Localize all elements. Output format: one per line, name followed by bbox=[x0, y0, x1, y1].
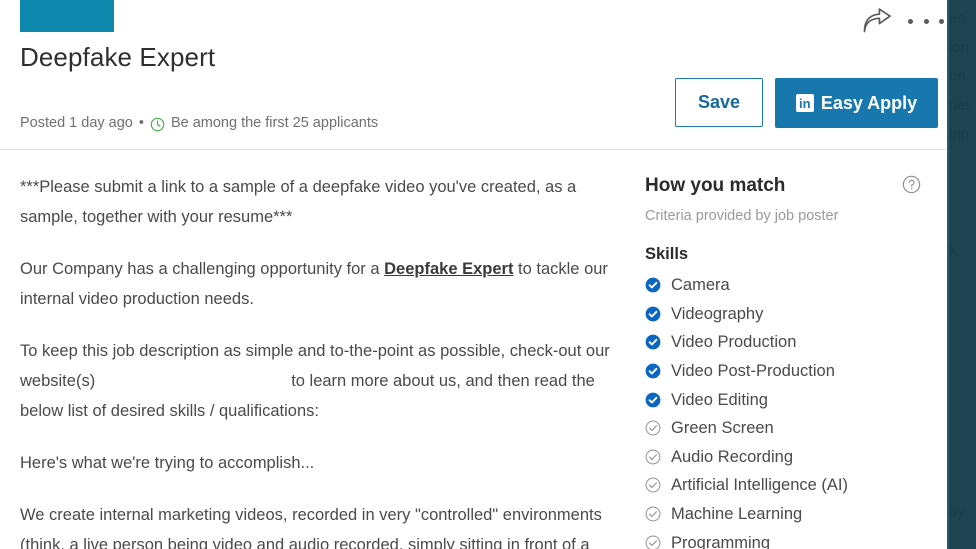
check-outline-icon bbox=[645, 420, 661, 436]
meta-separator: • bbox=[138, 115, 144, 131]
overflow-menu-icon[interactable] bbox=[908, 14, 944, 28]
skill-row: Green Screen bbox=[645, 414, 935, 443]
applicant-count-text: Be among the first 25 applicants bbox=[170, 115, 379, 131]
rail-ghost-line: ing bbox=[949, 126, 970, 143]
skill-row: Artificial Intelligence (AI) bbox=[645, 471, 935, 500]
rail-ghost-line: es bbox=[949, 10, 965, 27]
description-paragraph: Here's what we're trying to accomplish..… bbox=[20, 454, 315, 472]
check-outline-icon bbox=[645, 478, 661, 493]
skill-row: Video Editing bbox=[645, 385, 935, 414]
check-filled-icon bbox=[645, 363, 661, 379]
dot bbox=[923, 18, 929, 24]
rail-ghost-line: net bbox=[949, 97, 970, 114]
company-logo[interactable] bbox=[20, 0, 114, 32]
job-posting-page: Deepfake Expert Posted 1 day ago • Be am… bbox=[0, 0, 976, 549]
skills-heading: Skills bbox=[645, 245, 689, 263]
easy-apply-label: Easy Apply bbox=[820, 92, 918, 113]
check-outline-icon bbox=[645, 506, 661, 522]
skill-label: Programming bbox=[671, 533, 771, 549]
skill-label: Video Production bbox=[671, 333, 797, 352]
rail-ghost-line: ay bbox=[949, 503, 965, 520]
job-body: ***Please submit a link to a sample of a… bbox=[0, 150, 947, 549]
skill-label: Videography bbox=[671, 304, 764, 323]
skill-label: Audio Recording bbox=[671, 447, 793, 466]
rail-ghost-line: ion bbox=[949, 39, 970, 56]
job-header: Deepfake Expert Posted 1 day ago • Be am… bbox=[0, 0, 947, 150]
check-filled-icon bbox=[645, 335, 661, 350]
help-circle-icon[interactable] bbox=[902, 175, 921, 194]
job-title-link[interactable]: Deepfake Expert bbox=[384, 260, 513, 278]
skill-row: Machine Learning bbox=[645, 500, 935, 529]
posted-date: Posted 1 day ago bbox=[20, 115, 133, 131]
linkedin-icon: in bbox=[795, 94, 814, 112]
skill-label: Artificial Intelligence (AI) bbox=[671, 476, 848, 495]
match-panel-title: How you match bbox=[645, 175, 786, 196]
skill-row: Camera bbox=[645, 271, 935, 300]
paragraph-text-before: Our Company has a challenging opportunit… bbox=[20, 260, 385, 278]
dot bbox=[939, 18, 944, 24]
save-button[interactable]: Save bbox=[675, 78, 763, 127]
skill-label: Video Editing bbox=[671, 390, 768, 409]
rail-ghost-line: k bbox=[949, 242, 957, 259]
skill-row: Videography bbox=[645, 300, 935, 329]
skill-row: Video Production bbox=[645, 328, 935, 357]
description-paragraph: We create internal marketing videos, rec… bbox=[20, 506, 602, 549]
share-icon[interactable] bbox=[862, 8, 892, 34]
description-paragraph: ***Please submit a link to a sample of a… bbox=[20, 178, 577, 226]
check-filled-icon bbox=[645, 306, 661, 322]
page-title: Deepfake Expert bbox=[20, 42, 216, 72]
skill-label: Machine Learning bbox=[671, 505, 803, 524]
skill-row: Video Post-Production bbox=[645, 357, 935, 386]
description-paragraph: Our Company has a challenging opportunit… bbox=[20, 254, 616, 314]
easy-apply-button[interactable]: in Easy Apply bbox=[775, 78, 938, 128]
description-paragraph: To keep this job description as simple a… bbox=[20, 336, 616, 426]
dot bbox=[908, 18, 913, 24]
job-description: ***Please submit a link to a sample of a… bbox=[20, 172, 616, 549]
check-filled-icon bbox=[645, 392, 661, 408]
check-outline-icon bbox=[645, 449, 661, 465]
clock-icon bbox=[150, 117, 165, 132]
check-filled-icon bbox=[645, 277, 661, 293]
skill-row: Programming bbox=[645, 528, 935, 549]
skills-list: Camera Videography Video Production Video P… bbox=[645, 271, 935, 549]
skill-row: Audio Recording bbox=[645, 443, 935, 472]
rail-ghost-line: on bbox=[949, 68, 966, 85]
right-side-rail: es ion on net ing k ay bbox=[947, 0, 976, 549]
match-header-row: How you match bbox=[645, 174, 935, 200]
paragraph-text-after: to learn more about us, and then read th… bbox=[20, 372, 595, 420]
match-panel-subtitle: Criteria provided by job poster bbox=[645, 208, 839, 224]
skill-label: Green Screen bbox=[671, 419, 774, 438]
skill-label: Video Post-Production bbox=[671, 362, 835, 381]
check-outline-icon bbox=[645, 535, 661, 549]
how-you-match-panel: How you match Criteria provided by job p… bbox=[645, 174, 935, 549]
skill-label: Camera bbox=[671, 276, 730, 295]
posting-meta: Posted 1 day ago • Be among the first 25… bbox=[20, 113, 378, 133]
